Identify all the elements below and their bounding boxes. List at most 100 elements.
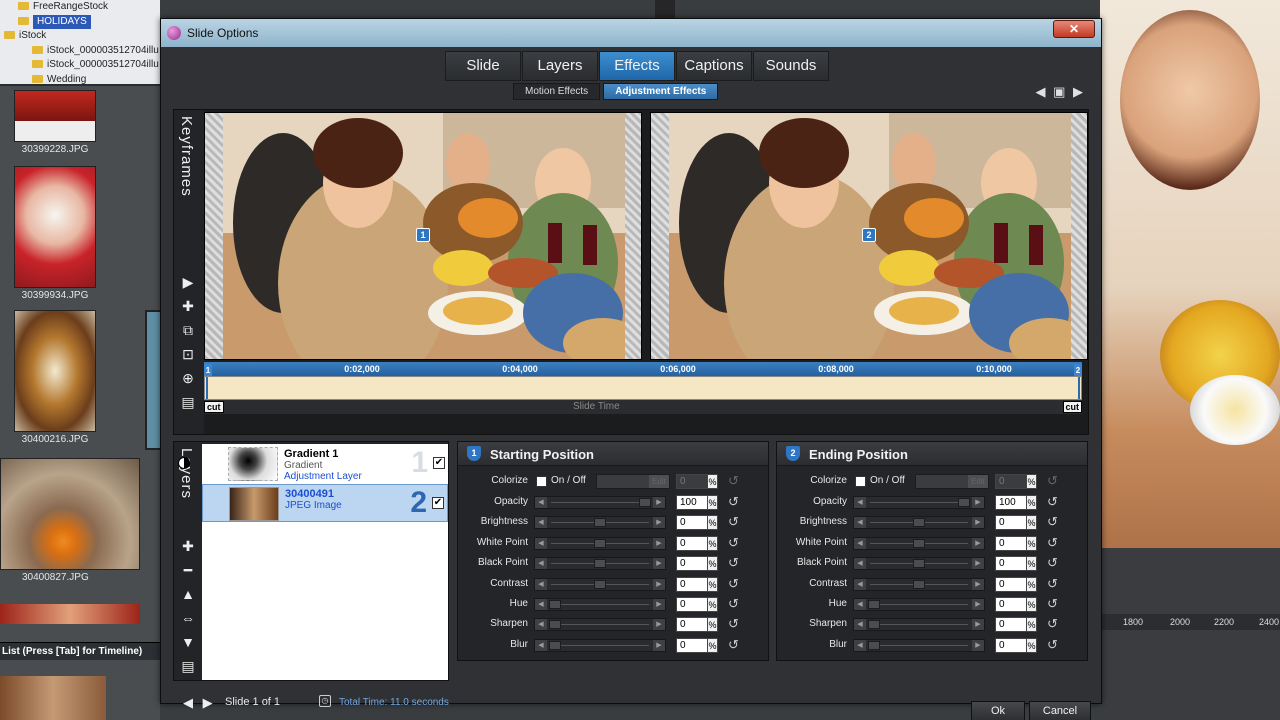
slider-left-icon[interactable]: ◀ — [535, 599, 547, 610]
tree-item[interactable]: iStock_000003512704illu — [0, 58, 160, 73]
layer-row[interactable]: 30400491 JPEG Image 2 ✔ — [202, 484, 448, 522]
adjust-slider[interactable]: ◀ ▶ — [853, 638, 985, 652]
slider-left-icon[interactable]: ◀ — [854, 599, 866, 610]
slider-thumb[interactable] — [913, 559, 925, 569]
reset-icon[interactable]: ↺ — [1047, 596, 1061, 612]
adjust-slider[interactable]: ◀ ▶ — [534, 516, 666, 530]
slider-left-icon[interactable]: ◀ — [854, 578, 866, 590]
subtab-motion-effects[interactable]: Motion Effects — [513, 83, 601, 100]
slider-thumb[interactable] — [913, 579, 925, 589]
slider-right-icon[interactable]: ▶ — [653, 599, 665, 610]
adjust-value-input[interactable]: 0 — [995, 535, 1027, 551]
reset-icon[interactable]: ↺ — [1047, 576, 1061, 592]
cut-marker-end[interactable]: cut — [1062, 401, 1082, 413]
reset-icon[interactable]: ↺ — [728, 494, 742, 510]
reset-icon[interactable]: ↺ — [1047, 637, 1061, 653]
reset-icon[interactable]: ↺ — [728, 576, 742, 592]
tree-item[interactable]: FreeRangeStock — [0, 0, 160, 15]
adjust-slider[interactable]: ◀ ▶ — [853, 577, 985, 591]
adjust-slider[interactable]: ◀ ▶ — [853, 618, 985, 632]
slider-right-icon[interactable]: ▶ — [653, 619, 665, 631]
edit-keyframe-icon[interactable]: ▤ — [177, 392, 199, 412]
add-layer-icon[interactable]: ✚ — [177, 536, 199, 556]
tab-layers[interactable]: Layers — [522, 51, 598, 81]
slider-thumb[interactable] — [594, 559, 606, 569]
slider-right-icon[interactable]: ▶ — [972, 558, 984, 570]
move-up-icon[interactable]: ▲ — [177, 584, 199, 604]
play-icon[interactable]: ▶ — [177, 272, 199, 292]
reset-icon[interactable]: ↺ — [1047, 555, 1061, 571]
adjust-value-input[interactable]: 100 — [676, 495, 708, 510]
adjust-value-input[interactable]: 0 — [995, 556, 1027, 572]
adjust-value-input[interactable]: 0 — [676, 576, 708, 592]
tab-sounds[interactable]: Sounds — [753, 51, 829, 81]
slider-thumb[interactable] — [913, 518, 925, 528]
tree-item[interactable]: iStock — [0, 29, 160, 44]
adjust-slider[interactable]: ◀ ▶ — [534, 618, 666, 632]
edit-layer-icon[interactable]: ▤ — [177, 656, 199, 676]
reset-icon[interactable]: ↺ — [728, 596, 742, 612]
slider-right-icon[interactable]: ▶ — [653, 517, 665, 529]
adjust-value-input[interactable]: 100 — [995, 495, 1027, 510]
cut-marker-start[interactable]: cut — [204, 401, 224, 413]
slider-thumb[interactable] — [639, 498, 651, 507]
adjust-slider[interactable]: ◀ ▶ — [534, 496, 666, 509]
adjust-value-input[interactable]: 0 — [995, 576, 1027, 592]
slider-thumb[interactable] — [549, 640, 561, 650]
adjust-slider[interactable]: ◀ ▶ — [534, 557, 666, 571]
layer-visible-checkbox[interactable]: ✔ — [432, 497, 444, 509]
add-keyframe-icon[interactable]: ✚ — [177, 296, 199, 316]
adjust-value-input[interactable]: 0 — [995, 637, 1027, 653]
keyframe-timeline[interactable]: 1 2 0:02,000 0:04,000 0:06,000 0:08,000 0:10… — [204, 362, 1082, 432]
slider-left-icon[interactable]: ◀ — [535, 537, 547, 549]
reset-icon[interactable]: ↺ — [728, 616, 742, 632]
slider-right-icon[interactable]: ▶ — [653, 537, 665, 549]
adjust-slider[interactable]: ◀ ▶ — [534, 577, 666, 591]
thumbnail-4[interactable]: 30400827.JPG — [0, 458, 140, 583]
reset-icon[interactable]: ↺ — [728, 535, 742, 551]
slider-thumb[interactable] — [549, 620, 561, 630]
slider-thumb[interactable] — [594, 538, 606, 548]
start-preview[interactable]: 1 — [204, 112, 642, 360]
adjust-value-input[interactable]: 0 — [995, 597, 1027, 612]
swap-icon[interactable]: ⇔ — [177, 608, 199, 628]
colorize-checkbox[interactable] — [855, 476, 866, 487]
slider-right-icon[interactable]: ▶ — [972, 578, 984, 590]
adjust-slider[interactable]: ◀ ▶ — [534, 598, 666, 611]
slider-thumb[interactable] — [594, 518, 606, 528]
slider-right-icon[interactable]: ▶ — [653, 558, 665, 570]
slider-right-icon[interactable]: ▶ — [972, 599, 984, 610]
reset-icon[interactable]: ↺ — [1047, 514, 1061, 530]
slider-left-icon[interactable]: ◀ — [854, 639, 866, 651]
slider-left-icon[interactable]: ◀ — [854, 497, 866, 508]
keyframe-marker-start[interactable]: 1 — [416, 228, 430, 242]
slider-right-icon[interactable]: ▶ — [972, 497, 984, 508]
zoom-fit-icon[interactable]: ⊡ — [177, 344, 199, 364]
colorize-checkbox[interactable] — [536, 476, 547, 487]
slider-left-icon[interactable]: ◀ — [535, 578, 547, 590]
tab-captions[interactable]: Captions — [676, 51, 752, 81]
ok-button[interactable]: Ok — [971, 701, 1025, 720]
thumbnail-3[interactable]: 30400216.JPG — [14, 310, 96, 445]
slider-thumb[interactable] — [594, 579, 606, 589]
tab-effects[interactable]: Effects — [599, 51, 675, 81]
slider-right-icon[interactable]: ▶ — [653, 639, 665, 651]
adjust-slider[interactable]: ◀ ▶ — [853, 516, 985, 530]
reset-icon[interactable]: ↺ — [1047, 494, 1061, 510]
adjust-value-input[interactable]: 0 — [676, 597, 708, 612]
tab-slide[interactable]: Slide — [445, 51, 521, 81]
adjust-value-input[interactable]: 0 — [676, 535, 708, 551]
keyframe-options-icon[interactable]: ⧉ — [177, 320, 199, 340]
slider-left-icon[interactable]: ◀ — [535, 639, 547, 651]
slider-right-icon[interactable]: ▶ — [972, 537, 984, 549]
keyframe-marker-end[interactable]: 2 — [862, 228, 876, 242]
end-preview[interactable]: 2 — [650, 112, 1088, 360]
cancel-button[interactable]: Cancel — [1029, 701, 1091, 720]
subtab-adjustment-effects[interactable]: Adjustment Effects — [603, 83, 719, 100]
adjust-slider[interactable]: ◀ ▶ — [853, 536, 985, 550]
slide-prev-next-icon[interactable]: ◀ ▶ — [183, 695, 216, 711]
slider-left-icon[interactable]: ◀ — [854, 517, 866, 529]
layer-row[interactable]: Gradient 1 Gradient Adjustment Layer 1 ✔ — [178, 445, 448, 483]
adjust-value-input[interactable]: 0 — [676, 556, 708, 572]
slider-left-icon[interactable]: ◀ — [535, 517, 547, 529]
